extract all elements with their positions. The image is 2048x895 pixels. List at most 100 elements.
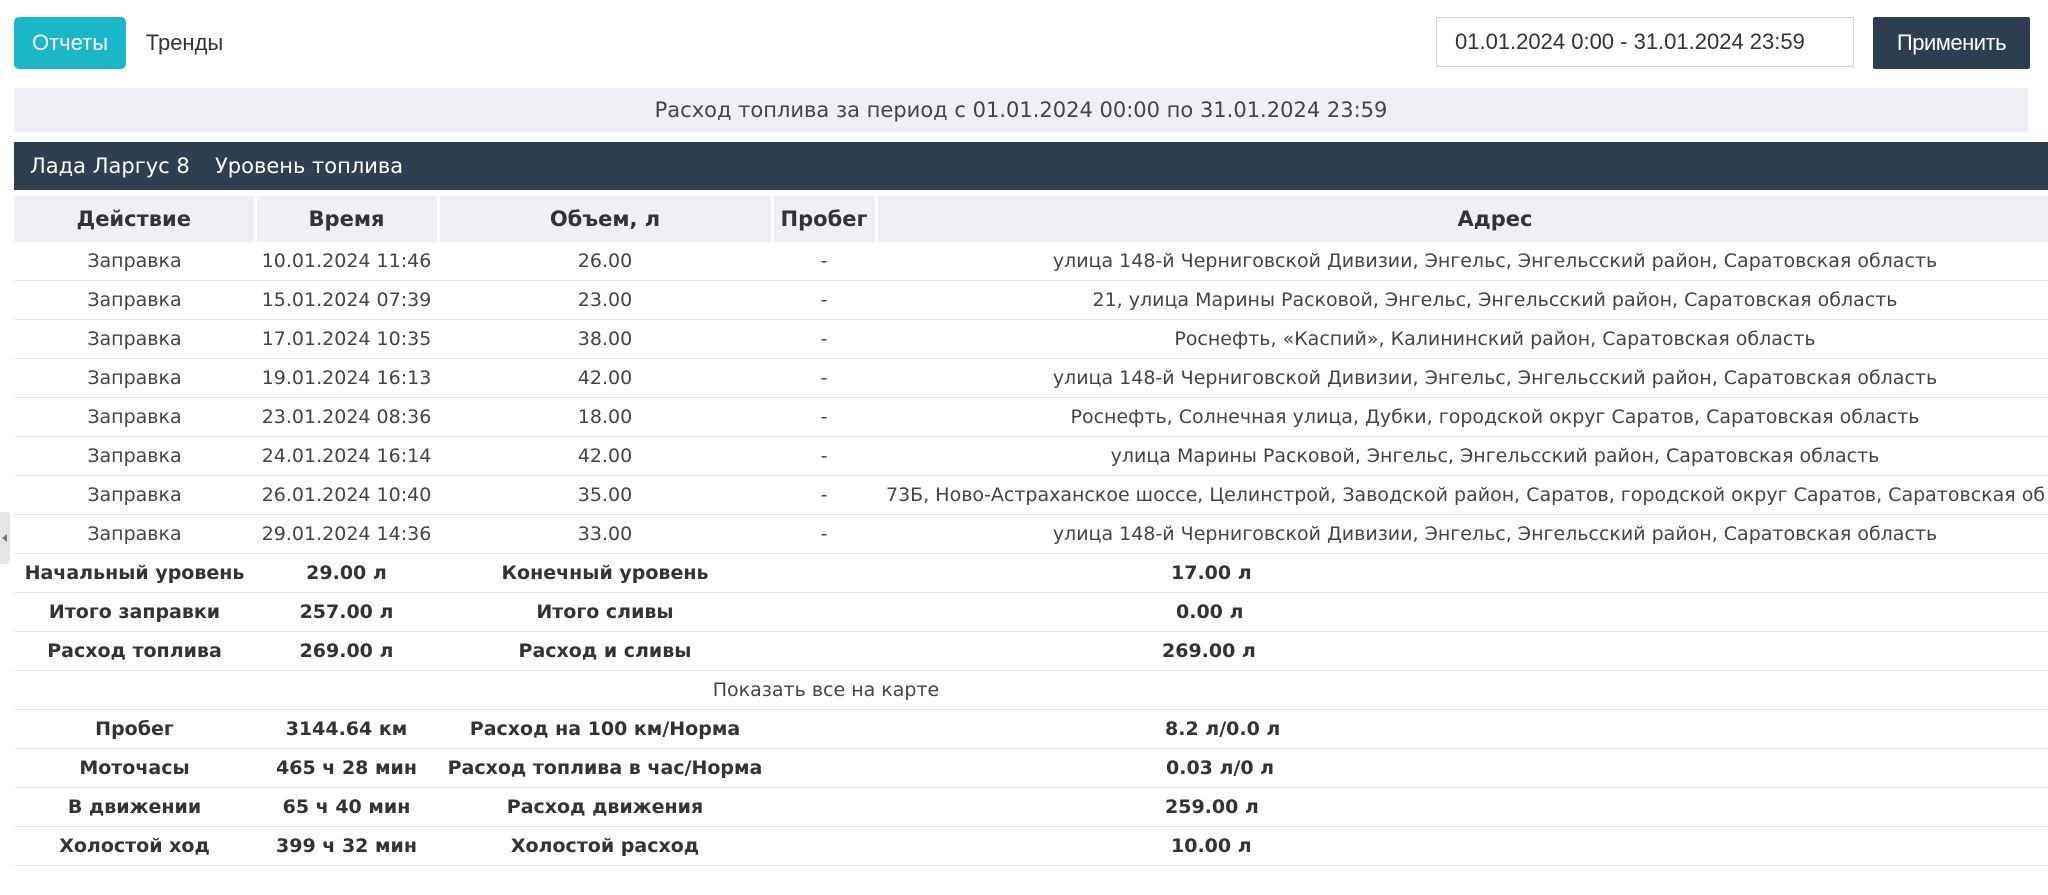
summary-label: Итого заправки — [14, 592, 255, 632]
cell-volume: 26.00 — [438, 242, 772, 281]
column-header-mileage[interactable]: Пробег — [772, 196, 878, 242]
cell-volume: 42.00 — [438, 436, 772, 476]
cell-volume: 38.00 — [438, 319, 772, 359]
summary-value: 17.00 л — [772, 553, 2048, 593]
cell-address: Роснефть, Солнечная улица, Дубки, городс… — [876, 397, 2048, 437]
cell-time: 29.01.2024 14:36 — [255, 514, 438, 554]
cell-mileage: - — [772, 358, 876, 398]
summary-row: Пробег 3144.64 км Расход на 100 км/Норма… — [14, 709, 2048, 749]
cell-action: Заправка — [14, 319, 255, 359]
vehicle-header: Лада Ларгус 8 Уровень топлива — [14, 142, 2048, 190]
summary-value: 269.00 л — [772, 631, 2048, 671]
summary-label: Пробег — [14, 709, 255, 749]
summary-value: 3144.64 км — [255, 709, 438, 749]
collapse-panel-handle[interactable] — [0, 512, 10, 564]
top-toolbar: Отчеты Тренды Применить — [0, 0, 2048, 86]
cell-action: Заправка — [14, 242, 255, 281]
table-row[interactable]: Заправка 17.01.2024 10:35 38.00 - Роснеф… — [14, 319, 2048, 359]
cell-mileage: - — [772, 280, 876, 320]
table-row[interactable]: Заправка 29.01.2024 14:36 33.00 - улица … — [14, 514, 2048, 554]
cell-time: 10.01.2024 11:46 — [255, 242, 438, 281]
summary-value: 8.2 л/0.0 л — [772, 709, 2048, 749]
table-row[interactable]: Заправка 24.01.2024 16:14 42.00 - улица … — [14, 436, 2048, 476]
summary-label: Итого сливы — [438, 592, 772, 632]
cell-volume: 35.00 — [438, 475, 772, 515]
summary-row: В движении 65 ч 40 мин Расход движения 2… — [14, 787, 2048, 827]
cell-volume: 23.00 — [438, 280, 772, 320]
cell-action: Заправка — [14, 475, 255, 515]
cell-address: улица 148-й Черниговской Дивизии, Энгель… — [876, 514, 2048, 554]
cell-action: Заправка — [14, 397, 255, 437]
cell-time: 17.01.2024 10:35 — [255, 319, 438, 359]
show-on-map-row: Показать все на карте — [14, 670, 2048, 710]
summary-row: Начальный уровень 29.00 л Конечный урове… — [14, 553, 2048, 593]
summary-label: Холостой ход — [14, 826, 255, 866]
cell-time: 26.01.2024 10:40 — [255, 475, 438, 515]
table-row[interactable]: Заправка 10.01.2024 11:46 26.00 - улица … — [14, 242, 2048, 281]
summary-label: Расход топлива — [14, 631, 255, 671]
cell-mileage: - — [772, 242, 876, 281]
cell-address: улица Марины Расковой, Энгельс, Энгельсс… — [876, 436, 2048, 476]
summary-row: Моточасы 465 ч 28 мин Расход топлива в ч… — [14, 748, 2048, 788]
table-row[interactable]: Заправка 15.01.2024 07:39 23.00 - 21, ул… — [14, 280, 2048, 320]
cell-mileage: - — [772, 475, 876, 515]
summary-value: 10.00 л — [772, 826, 2048, 866]
column-header-action[interactable]: Действие — [14, 196, 257, 242]
cell-action: Заправка — [14, 436, 255, 476]
summary-value: 269.00 л — [255, 631, 438, 671]
column-header-time[interactable]: Время — [255, 196, 440, 242]
show-on-map-link[interactable]: Показать все на карте — [713, 679, 940, 701]
cell-address: улица 148-й Черниговской Дивизии, Энгель… — [876, 242, 2048, 281]
summary-row: Расход топлива 269.00 л Расход и сливы 2… — [14, 631, 2048, 671]
apply-button[interactable]: Применить — [1873, 17, 2030, 69]
cell-volume: 18.00 — [438, 397, 772, 437]
summary-label: Начальный уровень — [14, 553, 255, 593]
cell-time: 19.01.2024 16:13 — [255, 358, 438, 398]
cell-address: улица 148-й Черниговской Дивизии, Энгель… — [876, 358, 2048, 398]
summary-value: 0.03 л/0 л — [772, 748, 2048, 788]
report-table-container: Действие Время Объем, л Пробег Адрес Зап… — [14, 196, 2048, 866]
cell-volume: 42.00 — [438, 358, 772, 398]
vehicle-name: Лада Ларгус 8 — [30, 154, 190, 178]
cell-address: Роснефть, «Каспий», Калининский район, С… — [876, 319, 2048, 359]
column-header-address[interactable]: Адрес — [876, 196, 2048, 242]
summary-label: В движении — [14, 787, 255, 827]
cell-mileage: - — [772, 514, 876, 554]
summary-value: 29.00 л — [255, 553, 438, 593]
summary-row: Холостой ход 399 ч 32 мин Холостой расхо… — [14, 826, 2048, 866]
summary-row: Итого заправки 257.00 л Итого сливы 0.00… — [14, 592, 2048, 632]
summary-label: Холостой расход — [438, 826, 772, 866]
table-row[interactable]: Заправка 23.01.2024 08:36 18.00 - Роснеф… — [14, 397, 2048, 437]
cell-volume: 33.00 — [438, 514, 772, 554]
cell-time: 23.01.2024 08:36 — [255, 397, 438, 437]
date-range-input[interactable] — [1436, 17, 1854, 67]
cell-action: Заправка — [14, 358, 255, 398]
cell-mileage: - — [772, 319, 876, 359]
tab-reports[interactable]: Отчеты — [14, 17, 126, 69]
summary-value: 257.00 л — [255, 592, 438, 632]
summary-label: Конечный уровень — [438, 553, 772, 593]
report-table: Действие Время Объем, л Пробег Адрес Зап… — [14, 196, 2048, 866]
summary-value: 399 ч 32 мин — [255, 826, 438, 866]
cell-address: 21, улица Марины Расковой, Энгельс, Энге… — [876, 280, 2048, 320]
cell-mileage: - — [772, 436, 876, 476]
cell-time: 15.01.2024 07:39 — [255, 280, 438, 320]
tab-trends[interactable]: Тренды — [132, 17, 237, 69]
cell-action: Заправка — [14, 280, 255, 320]
column-header-volume[interactable]: Объем, л — [438, 196, 774, 242]
summary-label: Расход движения — [438, 787, 772, 827]
cell-action: Заправка — [14, 514, 255, 554]
summary-value: 65 ч 40 мин — [255, 787, 438, 827]
report-title: Расход топлива за период с 01.01.2024 00… — [14, 88, 2028, 132]
cell-mileage: - — [772, 397, 876, 437]
summary-value: 0.00 л — [772, 592, 2048, 632]
summary-value: 465 ч 28 мин — [255, 748, 438, 788]
cell-address: 73Б, Ново-Астраханское шоссе, Целинстрой… — [876, 475, 2048, 515]
sensor-name: Уровень топлива — [215, 154, 404, 178]
table-row[interactable]: Заправка 26.01.2024 10:40 35.00 - 73Б, Н… — [14, 475, 2048, 515]
summary-value: 259.00 л — [772, 787, 2048, 827]
summary-label: Расход и сливы — [438, 631, 772, 671]
summary-label: Расход топлива в час/Норма — [438, 748, 772, 788]
table-row[interactable]: Заправка 19.01.2024 16:13 42.00 - улица … — [14, 358, 2048, 398]
summary-label: Расход на 100 км/Норма — [438, 709, 772, 749]
